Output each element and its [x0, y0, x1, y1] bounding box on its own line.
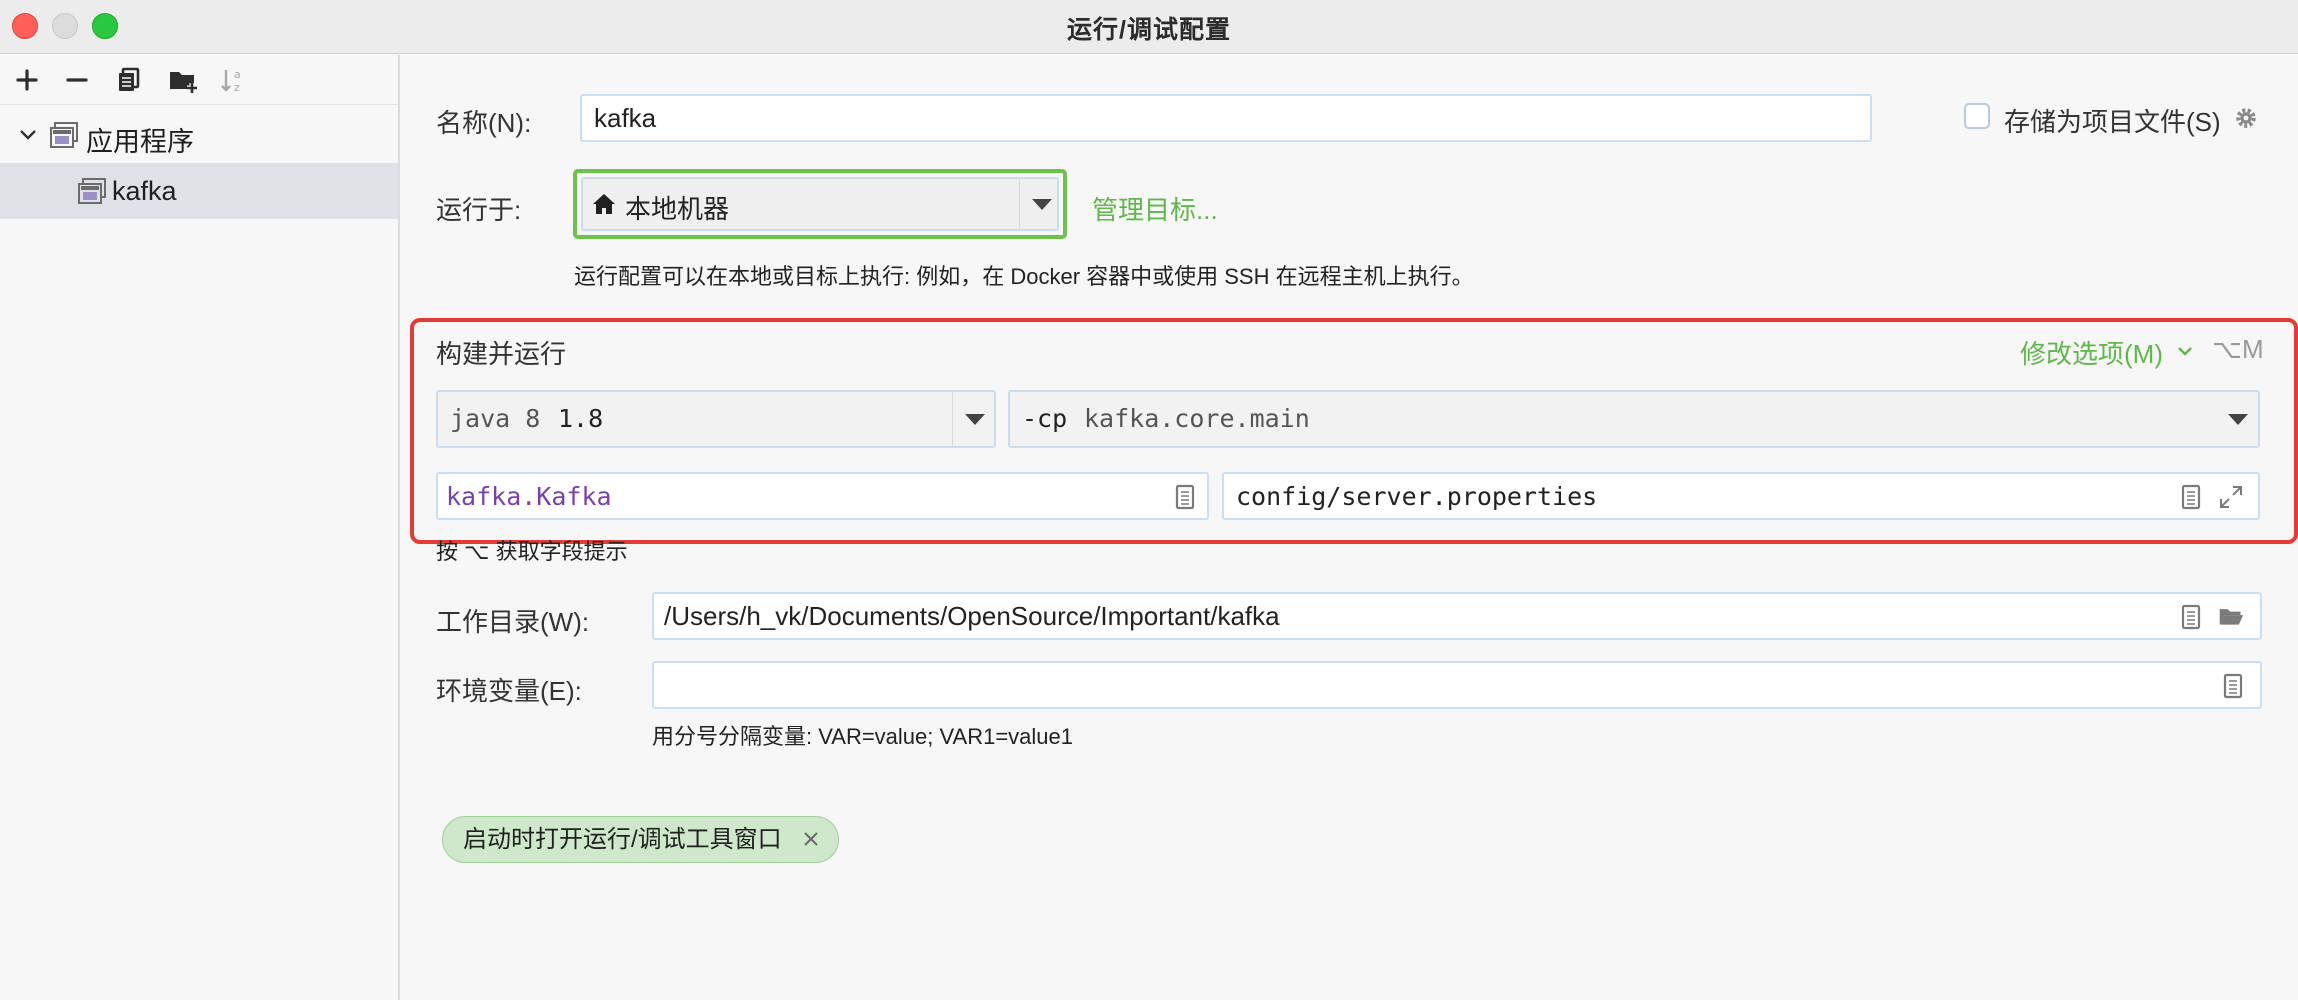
chip-label: 启动时打开运行/调试工具窗口 [463, 826, 782, 853]
tree-group-application[interactable]: 应用程序 [0, 107, 398, 163]
sort-icon[interactable]: az [216, 63, 250, 97]
modify-options-link[interactable]: 修改选项(M) [2020, 334, 2163, 371]
application-icon [50, 122, 78, 148]
env-vars-field[interactable] [652, 661, 2262, 709]
document-icon[interactable] [2178, 604, 2204, 630]
tree-toolbar: az [0, 55, 398, 105]
document-icon[interactable] [2220, 673, 2246, 699]
title-bar: 运行/调试配置 [0, 0, 2298, 54]
run-on-hint: 运行配置可以在本地或目标上执行: 例如，在 Docker 容器中或使用 SSH … [574, 264, 1474, 289]
chevron-down-icon[interactable] [2216, 392, 2260, 446]
plus-icon[interactable] [10, 63, 44, 97]
window-title: 运行/调试配置 [1067, 16, 1231, 44]
modify-options-shortcut: ⌥M [2212, 334, 2264, 364]
minus-icon[interactable] [60, 63, 94, 97]
field-hint: 按 ⌥ 获取字段提示 [436, 539, 628, 564]
chevron-down-icon[interactable] [2176, 342, 2194, 360]
chevron-down-icon[interactable] [952, 392, 996, 446]
classpath-module-select[interactable]: -cp kafka.core.main [1008, 390, 2260, 448]
document-icon[interactable] [2178, 484, 2204, 510]
tree-group-label: 应用程序 [86, 127, 194, 157]
name-field-value: kafka [594, 103, 657, 133]
env-vars-hint: 用分号分隔变量: VAR=value; VAR1=value1 [652, 724, 1074, 749]
run-on-label: 运行于: [436, 195, 522, 225]
build-run-title: 构建并运行 [436, 339, 567, 369]
workdir-value: /Users/h_vk/Documents/OpenSource/Importa… [664, 601, 1280, 631]
main-class-field[interactable]: kafka.Kafka [436, 472, 1209, 520]
workdir-field[interactable]: /Users/h_vk/Documents/OpenSource/Importa… [652, 592, 2262, 640]
jdk-version: 1.8 [558, 404, 604, 433]
manage-targets-link[interactable]: 管理目标... [1092, 190, 1218, 227]
application-icon [78, 178, 106, 204]
env-vars-label: 环境变量(E): [436, 676, 582, 706]
svg-text:a: a [234, 68, 241, 81]
chevron-down-icon[interactable] [18, 125, 38, 145]
run-on-value: 本地机器 [625, 194, 730, 224]
expand-icon[interactable] [2218, 484, 2244, 510]
workdir-label: 工作目录(W): [436, 607, 590, 637]
classpath-prefix: -cp [1022, 404, 1068, 433]
program-arguments-value: config/server.properties [1236, 482, 1598, 511]
jdk-prefix: java 8 [450, 404, 541, 433]
copy-icon[interactable] [112, 63, 146, 97]
name-field[interactable]: kafka [580, 94, 1872, 142]
folder-open-icon[interactable] [2218, 603, 2248, 631]
svg-text:z: z [234, 81, 240, 94]
store-as-file-checkbox[interactable] [1964, 103, 1990, 129]
new-folder-icon[interactable] [166, 63, 200, 97]
open-tool-window-chip[interactable]: 启动时打开运行/调试工具窗口 [442, 816, 839, 863]
classpath-module-value: kafka.core.main [1084, 404, 1310, 433]
jdk-select[interactable]: java 8 1.8 [436, 390, 996, 448]
config-tree-panel: az 应用程序 kafka [0, 55, 400, 1000]
tree-item-label: kafka [112, 176, 177, 206]
store-as-file-label: 存储为项目文件(S) [2004, 107, 2221, 137]
chevron-down-icon[interactable] [1019, 179, 1063, 229]
program-arguments-field[interactable]: config/server.properties [1222, 472, 2260, 520]
name-label: 名称(N): [436, 108, 532, 138]
gear-icon[interactable] [2233, 105, 2261, 133]
run-on-select[interactable]: 本地机器 [581, 177, 1059, 231]
tree-item-kafka[interactable]: kafka [0, 163, 398, 219]
document-icon[interactable] [1172, 484, 1198, 510]
main-class-value: kafka.Kafka [446, 482, 612, 511]
home-icon [591, 191, 617, 217]
close-icon[interactable] [800, 828, 822, 850]
